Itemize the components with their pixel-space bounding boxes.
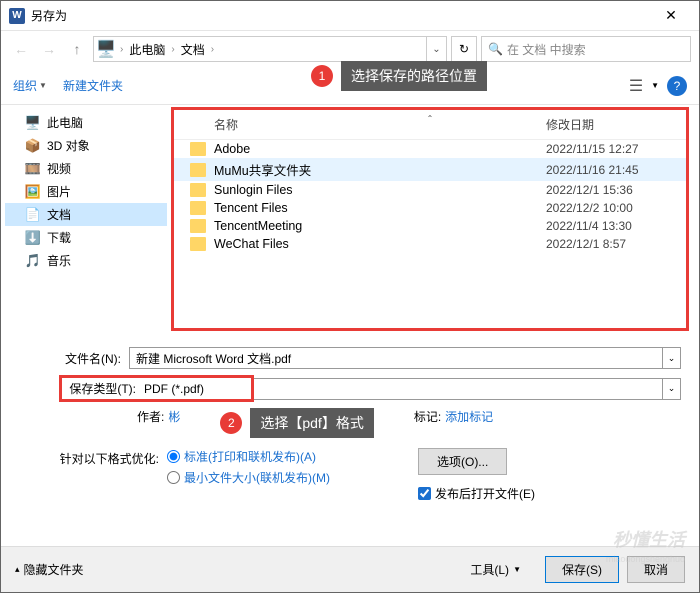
- author-value[interactable]: 彬: [168, 408, 180, 438]
- annotation-badge: 1: [311, 65, 333, 87]
- filetype-label: 保存类型(T):: [64, 380, 144, 397]
- word-icon: W: [9, 8, 25, 24]
- options-button[interactable]: 选项(O)...: [418, 448, 507, 475]
- author-label: 作者:: [137, 408, 164, 438]
- sort-asc-icon[interactable]: ⌃: [427, 114, 434, 123]
- open-after-checkbox[interactable]: 发布后打开文件(E): [418, 485, 535, 502]
- chevron-down-icon: ▼: [39, 81, 47, 90]
- table-row[interactable]: TencentMeeting2022/11/4 13:30: [174, 217, 686, 235]
- download-icon: ⬇️: [25, 230, 41, 246]
- help-icon[interactable]: ?: [667, 76, 687, 96]
- radio-input[interactable]: [167, 471, 180, 484]
- sidebar-item-pc[interactable]: 🖥️此电脑: [5, 111, 167, 134]
- column-date[interactable]: 修改日期: [546, 116, 686, 133]
- folder-icon: [190, 201, 206, 215]
- tags-label: 标记:: [414, 408, 441, 438]
- organize-menu[interactable]: 组织▼: [13, 77, 47, 94]
- table-row[interactable]: Sunlogin Files2022/12/1 15:36: [174, 181, 686, 199]
- breadcrumb-item[interactable]: 文档: [177, 41, 209, 58]
- search-icon: 🔍: [488, 42, 503, 56]
- optimize-minimum-radio[interactable]: 最小文件大小(联机发布)(M): [167, 469, 330, 486]
- chevron-down-icon: ▼: [513, 565, 521, 574]
- cube-icon: 📦: [25, 138, 41, 154]
- chevron-right-icon: ›: [118, 44, 125, 55]
- music-icon: 🎵: [25, 253, 41, 269]
- toolbar: 组织▼ 新建文件夹 1 选择保存的路径位置 ☰ ▼ ?: [1, 67, 699, 105]
- triangle-up-icon: ▴: [15, 564, 20, 575]
- folder-icon: [190, 219, 206, 233]
- sidebar-item-pictures[interactable]: 🖼️图片: [5, 180, 167, 203]
- sidebar: 🖥️此电脑 📦3D 对象 🎞️视频 🖼️图片 📄文档 ⬇️下载 🎵音乐: [1, 105, 171, 335]
- table-row[interactable]: WeChat Files2022/12/1 8:57: [174, 235, 686, 253]
- filename-row: 文件名(N): ⌄: [19, 347, 681, 369]
- breadcrumb[interactable]: 🖥️ › 此电脑 › 文档 › ⌄: [93, 36, 447, 62]
- cancel-button[interactable]: 取消: [627, 556, 685, 583]
- new-folder-button[interactable]: 新建文件夹: [63, 77, 123, 94]
- titlebar: W 另存为 ✕: [1, 1, 699, 31]
- refresh-icon[interactable]: ↻: [451, 36, 477, 62]
- folder-icon: [190, 163, 206, 177]
- search-placeholder: 在 文档 中搜索: [507, 41, 586, 58]
- annotation-badge: 2: [220, 412, 242, 434]
- chevron-right-icon: ›: [169, 44, 176, 55]
- table-row[interactable]: Adobe2022/11/15 12:27: [174, 140, 686, 158]
- filetype-row: 保存类型(T): PDF (*.pdf) ⌄: [19, 375, 681, 402]
- folder-icon: [190, 237, 206, 251]
- folder-icon: [190, 183, 206, 197]
- optimize-label: 针对以下格式优化:: [29, 448, 159, 467]
- video-icon: 🎞️: [25, 161, 41, 177]
- filetype-value-preview: PDF (*.pdf): [144, 382, 204, 396]
- filetype-select[interactable]: [254, 378, 663, 400]
- footer: ▴隐藏文件夹 工具(L)▼ 保存(S) 取消: [1, 546, 699, 592]
- sidebar-item-music[interactable]: 🎵音乐: [5, 249, 167, 272]
- forward-icon[interactable]: →: [37, 37, 61, 61]
- view-list-icon[interactable]: ☰: [625, 76, 647, 96]
- chevron-down-icon[interactable]: ▼: [651, 81, 659, 90]
- optimize-standard-radio[interactable]: 标准(打印和联机发布)(A): [167, 448, 330, 465]
- breadcrumb-item[interactable]: 此电脑: [125, 41, 169, 58]
- document-icon: 📄: [25, 207, 41, 223]
- file-list: ⌃ 名称 修改日期 Adobe2022/11/15 12:27 MuMu共享文件…: [171, 107, 689, 331]
- chevron-down-icon[interactable]: ⌄: [426, 37, 446, 61]
- sidebar-item-documents[interactable]: 📄文档: [5, 203, 167, 226]
- pc-icon: 🖥️: [94, 39, 118, 59]
- meta-row: 作者:彬 2 选择【pdf】格式 标记:添加标记: [19, 408, 681, 438]
- radio-input[interactable]: [167, 450, 180, 463]
- annotation-label: 选择保存的路径位置: [341, 61, 487, 91]
- filename-input[interactable]: [129, 347, 663, 369]
- table-row[interactable]: MuMu共享文件夹2022/11/16 21:45: [174, 158, 686, 181]
- file-list-header: ⌃ 名称 修改日期: [174, 110, 686, 140]
- search-input[interactable]: 🔍 在 文档 中搜索: [481, 36, 691, 62]
- annotation-1: 1 选择保存的路径位置: [311, 61, 487, 91]
- annotation-2: 2 选择【pdf】格式: [220, 408, 373, 438]
- pc-icon: 🖥️: [25, 115, 41, 131]
- folder-icon: [190, 142, 206, 156]
- form-area: 文件名(N): ⌄ 保存类型(T): PDF (*.pdf) ⌄ 作者:彬 2 …: [1, 335, 699, 510]
- dialog-title: 另存为: [31, 7, 651, 24]
- close-icon[interactable]: ✕: [651, 2, 691, 30]
- checkbox-input[interactable]: [418, 487, 431, 500]
- tools-menu[interactable]: 工具(L)▼: [454, 557, 537, 582]
- chevron-right-icon: ›: [209, 44, 216, 55]
- picture-icon: 🖼️: [25, 184, 41, 200]
- filename-label: 文件名(N):: [19, 350, 129, 367]
- sidebar-item-videos[interactable]: 🎞️视频: [5, 157, 167, 180]
- table-row[interactable]: Tencent Files2022/12/2 10:00: [174, 199, 686, 217]
- save-button[interactable]: 保存(S): [545, 556, 619, 583]
- sidebar-item-downloads[interactable]: ⬇️下载: [5, 226, 167, 249]
- optimize-section: 针对以下格式优化: 标准(打印和联机发布)(A) 最小文件大小(联机发布)(M)…: [19, 448, 681, 502]
- annotation-label: 选择【pdf】格式: [250, 408, 373, 438]
- up-icon[interactable]: ↑: [65, 37, 89, 61]
- body-area: 🖥️此电脑 📦3D 对象 🎞️视频 🖼️图片 📄文档 ⬇️下载 🎵音乐 ⌃ 名称…: [1, 105, 699, 335]
- sidebar-item-3d[interactable]: 📦3D 对象: [5, 134, 167, 157]
- tags-value[interactable]: 添加标记: [445, 408, 493, 438]
- back-icon[interactable]: ←: [9, 37, 33, 61]
- chevron-down-icon[interactable]: ⌄: [663, 378, 681, 400]
- column-name[interactable]: 名称: [214, 116, 546, 133]
- hide-folders-toggle[interactable]: ▴隐藏文件夹: [15, 561, 84, 578]
- save-as-dialog: W 另存为 ✕ ← → ↑ 🖥️ › 此电脑 › 文档 › ⌄ ↻ 🔍 在 文档…: [0, 0, 700, 593]
- chevron-down-icon[interactable]: ⌄: [663, 347, 681, 369]
